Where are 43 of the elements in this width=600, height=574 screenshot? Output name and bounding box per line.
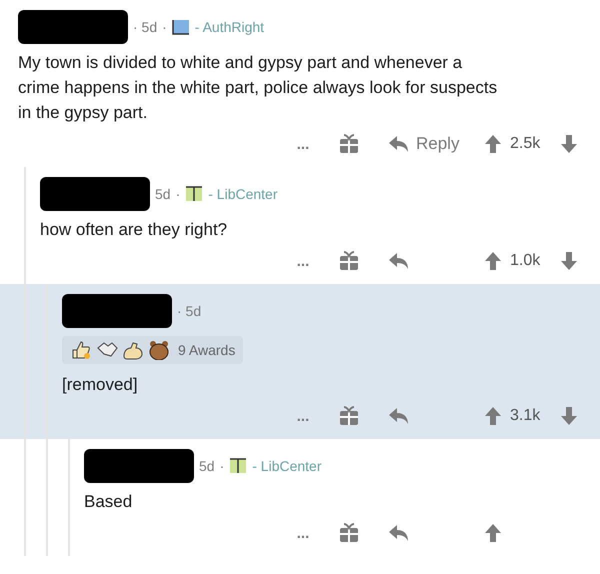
vote-score: 3.1k	[510, 407, 542, 425]
upvote-icon[interactable]	[484, 406, 502, 426]
reply-icon[interactable]	[388, 524, 410, 542]
comment-age: 5d	[155, 186, 171, 202]
upvote-icon[interactable]	[484, 523, 502, 543]
reply-icon[interactable]	[388, 252, 410, 270]
thumbs-up-icon	[70, 340, 92, 360]
gift-icon[interactable]	[338, 133, 360, 155]
user-flair[interactable]: - LibCenter	[208, 186, 278, 202]
reply-icon[interactable]	[388, 135, 410, 153]
separator-dot: ·	[176, 186, 180, 202]
more-options-button[interactable]: ...	[278, 136, 328, 152]
flair-icon	[229, 458, 248, 474]
comment-text: how often are they right?	[40, 219, 228, 241]
gift-icon[interactable]	[338, 250, 360, 272]
user-flair[interactable]: - LibCenter	[252, 458, 322, 474]
comment-age: · 5d	[133, 19, 158, 35]
comment-age: · 5d	[177, 303, 202, 319]
vote-score: 1.0k	[510, 252, 542, 270]
comment-text: My town is divided to white and gypsy part and whenever a crime happens in the white part, police always look for suspects in the gypsy part.	[18, 52, 498, 124]
more-options-button[interactable]: ...	[278, 408, 328, 424]
upvote-icon[interactable]	[484, 251, 502, 271]
downvote-icon[interactable]	[560, 406, 578, 426]
upvote-icon[interactable]	[484, 134, 502, 154]
more-options-button[interactable]: ...	[278, 252, 328, 270]
separator-dot: ·	[220, 458, 224, 474]
user-flair[interactable]: - AuthRight	[194, 19, 264, 35]
gift-icon[interactable]	[338, 522, 360, 544]
flair-icon	[172, 19, 190, 35]
downvote-icon[interactable]	[560, 134, 578, 154]
gift-icon[interactable]	[338, 405, 360, 427]
comment-text: Based	[84, 491, 134, 513]
reply-icon[interactable]	[388, 407, 410, 425]
awards-bar[interactable]: 9 Awards	[62, 336, 244, 364]
flair-icon	[185, 186, 204, 202]
downvote-icon[interactable]	[560, 251, 578, 271]
reply-button[interactable]: Reply	[416, 134, 460, 154]
vote-score: 2.5k	[510, 135, 542, 153]
more-options-button[interactable]: ...	[278, 524, 328, 542]
comment-age: 5d	[199, 458, 215, 474]
separator-dot: ·	[162, 19, 167, 35]
comment-text: [removed]	[62, 374, 139, 396]
bear-icon	[148, 340, 170, 360]
